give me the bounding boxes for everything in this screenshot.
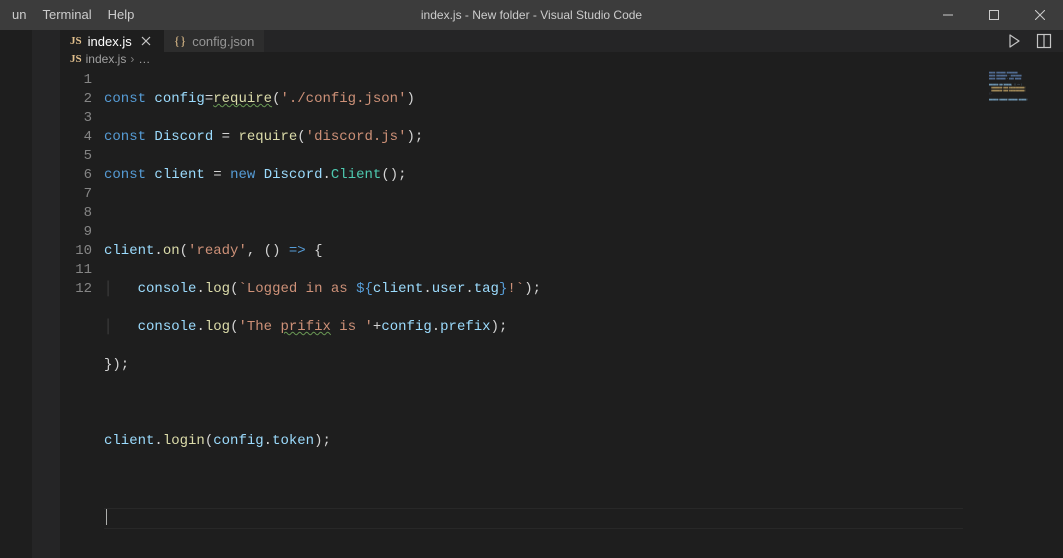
code-area[interactable]: const config=require('./config.json') co…: [104, 67, 1063, 558]
tabs: JS index.js {} config.json: [60, 30, 1063, 52]
maximize-button[interactable]: [971, 0, 1017, 30]
tab-config-json[interactable]: {} config.json: [164, 30, 265, 52]
menu-item-help[interactable]: Help: [100, 0, 143, 30]
title-bar: un Terminal Help index.js - New folder -…: [0, 0, 1063, 30]
text-cursor: [106, 508, 107, 525]
tab-label: index.js: [88, 34, 132, 49]
gutter: 123 456 789 101112: [60, 67, 104, 558]
split-editor-icon[interactable]: [1033, 30, 1055, 52]
close-button[interactable]: [1017, 0, 1063, 30]
close-icon[interactable]: [138, 33, 154, 49]
breadcrumb-symbol: …: [138, 52, 150, 66]
breadcrumb[interactable]: JS index.js › …: [60, 52, 1063, 67]
js-icon: JS: [70, 53, 82, 65]
run-icon[interactable]: [1003, 30, 1025, 52]
minimize-button[interactable]: [925, 0, 971, 30]
window-controls: [925, 0, 1063, 30]
menu-item-terminal[interactable]: Terminal: [34, 0, 99, 30]
chevron-right-icon: ›: [130, 52, 134, 66]
minimap[interactable]: ▆▆▆▆ ▆▆▆▆▆▆ ▆▆▆▆▆▆▆ ▆▆▆▆ ▆▆▆▆▆▆▆ = ▆▆▆▆▆…: [989, 71, 1049, 151]
window-title: index.js - New folder - Visual Studio Co…: [421, 8, 642, 22]
tab-label: config.json: [192, 34, 254, 49]
editor[interactable]: 123 456 789 101112 const config=require(…: [60, 67, 1063, 558]
side-panel: [0, 30, 60, 558]
tab-index-js[interactable]: JS index.js: [60, 30, 164, 52]
json-icon: {}: [174, 33, 186, 49]
breadcrumb-file: index.js: [86, 52, 127, 66]
js-icon: JS: [70, 35, 82, 47]
menu-item-run[interactable]: un: [4, 0, 34, 30]
menu: un Terminal Help: [0, 0, 142, 30]
